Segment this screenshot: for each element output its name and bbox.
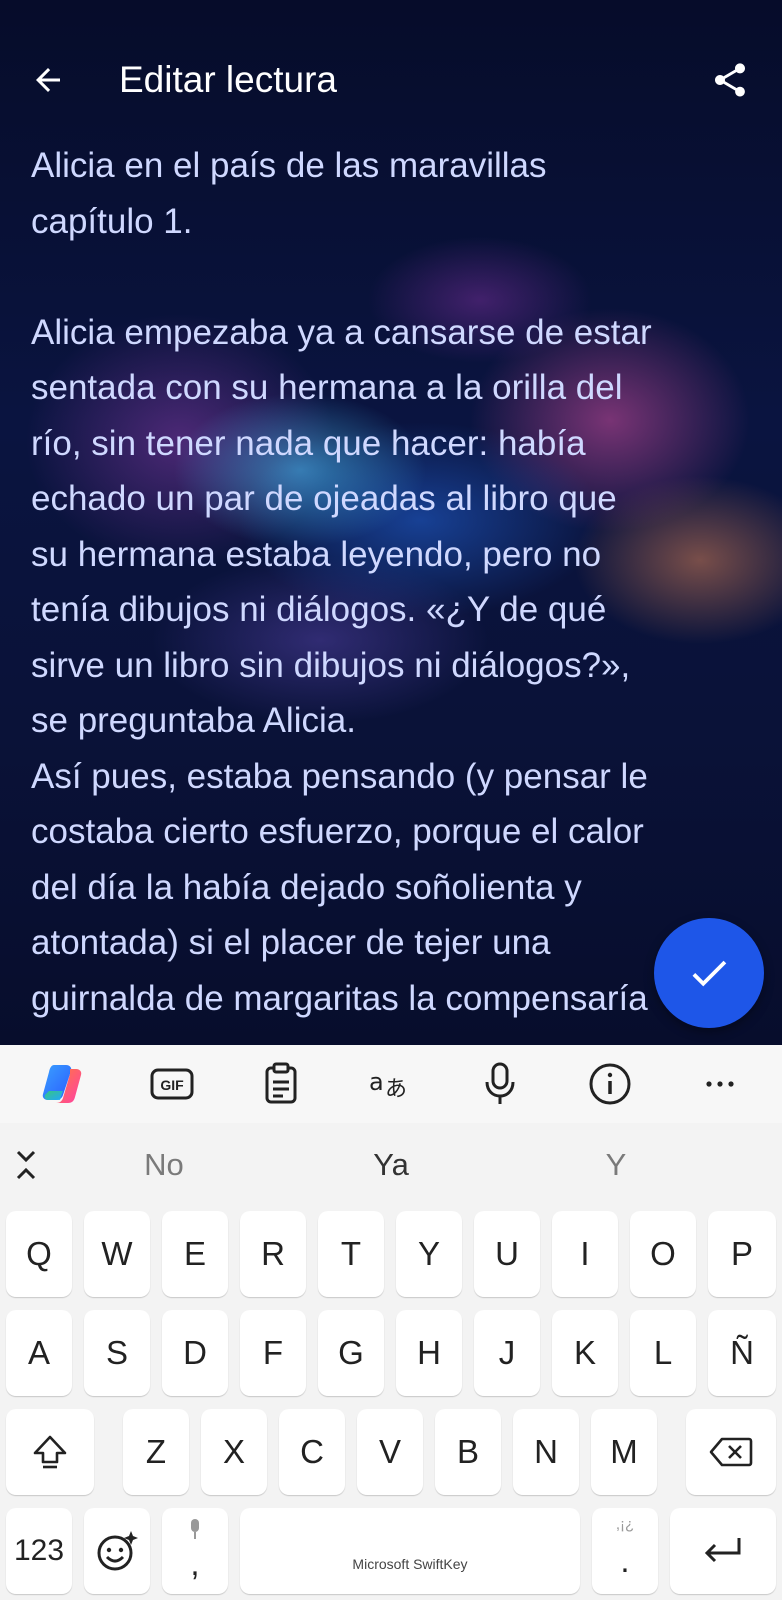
text-line: del día la había dejado soñolienta y — [31, 867, 582, 907]
copilot-button[interactable] — [38, 1059, 88, 1109]
period-label: . — [620, 1542, 630, 1579]
share-icon — [715, 63, 745, 97]
backspace-icon — [709, 1437, 753, 1467]
text-line: Alicia en el país de las maravillas — [31, 146, 547, 185]
svg-text:GIF: GIF — [160, 1077, 184, 1093]
punctuation-hint: ,¡¿ — [615, 1516, 635, 1533]
suggestion-item[interactable]: Y — [526, 1143, 706, 1187]
enter-key[interactable] — [670, 1508, 776, 1594]
key-z[interactable]: Z — [123, 1409, 189, 1495]
key-k[interactable]: K — [552, 1310, 618, 1396]
key-e[interactable]: E — [162, 1211, 228, 1297]
key-q[interactable]: Q — [6, 1211, 72, 1297]
reading-text-field[interactable]: Alicia en el país de las maravillas capí… — [31, 138, 771, 1026]
suggestion-item[interactable]: No — [74, 1143, 254, 1187]
translate-icon: a あ — [369, 1068, 407, 1102]
key-c[interactable]: C — [279, 1409, 345, 1495]
space-key[interactable]: Microsoft SwiftKey — [240, 1508, 580, 1594]
onscreen-keyboard: GIF a あ No Ya Y Q W E R T Y U I O P A S … — [0, 1045, 782, 1600]
text-line: se preguntaba Alicia. — [31, 701, 356, 740]
suggestion-item[interactable]: Ya — [301, 1143, 481, 1187]
more-options-button[interactable] — [695, 1059, 745, 1109]
key-m[interactable]: M — [591, 1409, 657, 1495]
key-y[interactable]: Y — [396, 1211, 462, 1297]
text-line: su hermana estaba leyendo, pero no — [31, 534, 602, 574]
key-g[interactable]: G — [318, 1310, 384, 1396]
comma-key[interactable]: , — [162, 1508, 228, 1594]
shift-key[interactable] — [6, 1409, 94, 1495]
reading-editor: Editar lectura Alicia en el país de las … — [0, 0, 782, 1045]
text-line: sentada con su hermana a la orilla del — [31, 368, 623, 407]
page-title: Editar lectura — [119, 59, 337, 100]
key-d[interactable]: D — [162, 1310, 228, 1396]
text-line: tenía dibujos ni diálogos. «¿Y de qué — [31, 590, 607, 629]
key-n-tilde[interactable]: Ñ — [708, 1310, 776, 1396]
text-line: costaba cierto esfuerzo, porque el calor — [31, 812, 644, 851]
key-s[interactable]: S — [84, 1310, 150, 1396]
keyboard-toolbar: GIF a あ — [0, 1045, 782, 1123]
key-t[interactable]: T — [318, 1211, 384, 1297]
svg-text:あ: あ — [385, 1077, 407, 1102]
text-line: sirve un libro sin dibujos ni diálogos?»… — [31, 645, 631, 685]
key-w[interactable]: W — [84, 1211, 150, 1297]
key-r[interactable]: R — [240, 1211, 306, 1297]
numbers-key[interactable]: 123 — [6, 1508, 72, 1594]
arrow-left-icon — [36, 68, 60, 92]
key-h[interactable]: H — [396, 1310, 462, 1396]
back-button[interactable] — [26, 58, 70, 102]
check-icon — [692, 960, 727, 987]
key-j[interactable]: J — [474, 1310, 540, 1396]
text-line: Alicia empezaba ya a cansarse de estar — [31, 312, 652, 352]
emoji-sparkle-icon — [97, 1531, 138, 1571]
key-o[interactable]: O — [630, 1211, 696, 1297]
key-f[interactable]: F — [240, 1310, 306, 1396]
emoji-key[interactable] — [84, 1508, 150, 1594]
text-line: río, sin tener nada que hacer: había — [31, 423, 586, 463]
copilot-icon — [42, 1065, 82, 1103]
key-v[interactable]: V — [357, 1409, 423, 1495]
gif-icon: GIF — [150, 1068, 194, 1100]
more-icon — [706, 1081, 734, 1087]
voice-input-button[interactable] — [475, 1059, 525, 1109]
backspace-key[interactable] — [686, 1409, 776, 1495]
clipboard-button[interactable] — [256, 1059, 306, 1109]
space-key-label: Microsoft SwiftKey — [352, 1556, 468, 1572]
clipboard-icon — [265, 1062, 297, 1104]
suggestion-bar: No Ya Y — [0, 1125, 782, 1209]
collapse-icon — [16, 1150, 36, 1180]
text-line: capítulo 1. — [31, 201, 193, 241]
key-p[interactable]: P — [708, 1211, 776, 1297]
microphone-icon — [485, 1062, 515, 1104]
enter-icon — [704, 1538, 741, 1563]
comma-label: , — [190, 1545, 200, 1582]
collapse-suggestions-button[interactable] — [8, 1143, 44, 1187]
mic-hint-icon — [191, 1519, 199, 1539]
key-u[interactable]: U — [474, 1211, 540, 1297]
share-button[interactable] — [706, 56, 754, 104]
key-i[interactable]: I — [552, 1211, 618, 1297]
text-line: Así pues, estaba pensando (y pensar le — [31, 756, 648, 796]
key-x[interactable]: X — [201, 1409, 267, 1495]
gif-button[interactable]: GIF — [147, 1059, 197, 1109]
svg-text:a: a — [369, 1068, 384, 1096]
top-app-bar: Editar lectura — [0, 40, 782, 120]
shift-icon — [33, 1435, 67, 1469]
key-n[interactable]: N — [513, 1409, 579, 1495]
text-line: echado un par de ojeadas al libro que — [31, 479, 617, 518]
info-icon — [589, 1063, 631, 1105]
translate-button[interactable]: a あ — [366, 1059, 416, 1109]
key-l[interactable]: L — [630, 1310, 696, 1396]
save-fab-button[interactable] — [654, 918, 764, 1028]
key-b[interactable]: B — [435, 1409, 501, 1495]
info-button[interactable] — [585, 1059, 635, 1109]
period-key[interactable]: ,¡¿ . — [592, 1508, 658, 1594]
key-a[interactable]: A — [6, 1310, 72, 1396]
